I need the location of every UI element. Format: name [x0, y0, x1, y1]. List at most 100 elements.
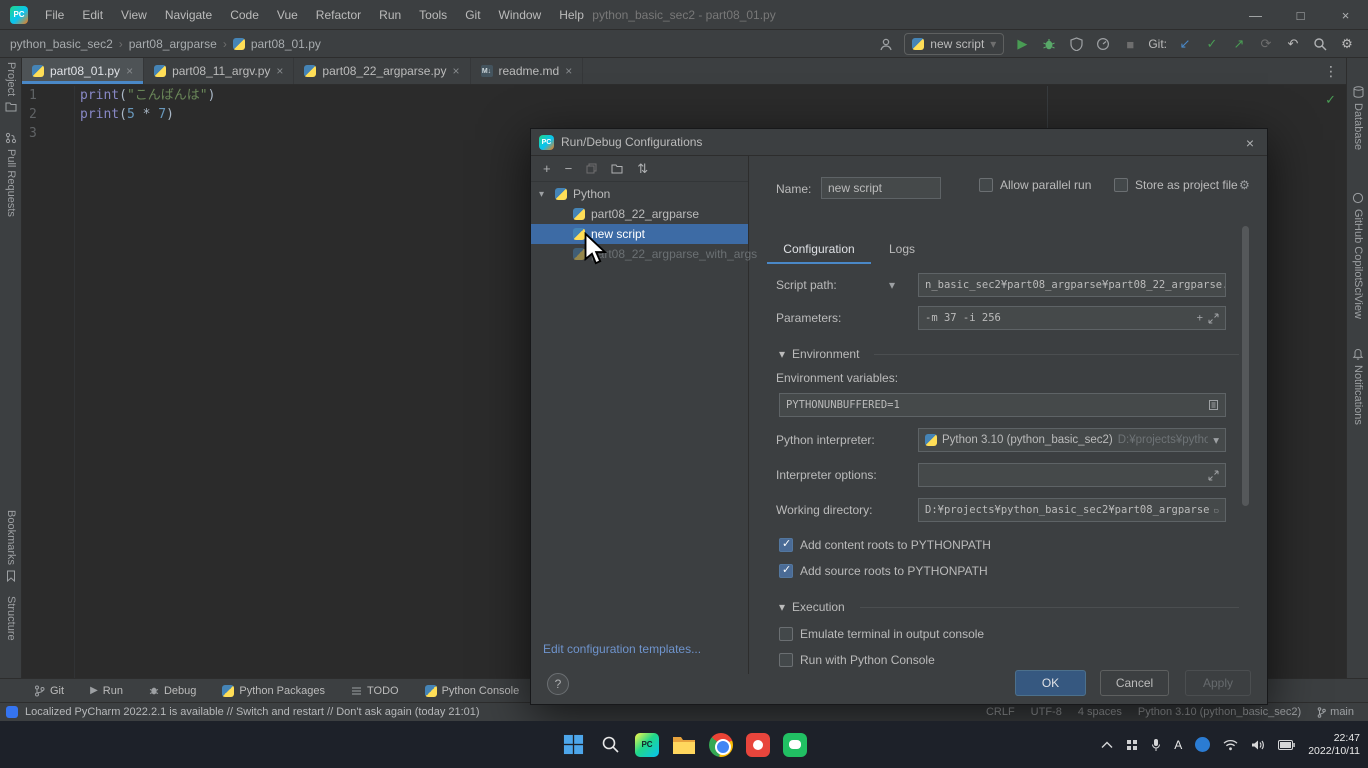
menu-run[interactable]: Run [370, 0, 410, 29]
run-button[interactable]: ▶ [1013, 35, 1031, 53]
checkbox-checked-icon[interactable] [779, 538, 793, 552]
breadcrumb-file[interactable]: part08_01.py [251, 37, 321, 51]
menu-navigate[interactable]: Navigate [156, 0, 221, 29]
status-message[interactable]: Localized PyCharm 2022.2.1 is available … [25, 706, 480, 718]
menu-vue[interactable]: Vue [268, 0, 307, 29]
toolwindow-sciview[interactable]: SciView [1347, 280, 1368, 319]
toolwindow-todo[interactable]: TODO [351, 685, 399, 697]
search-everywhere-icon[interactable] [1311, 35, 1329, 53]
add-macro-icon[interactable]: + [1197, 312, 1203, 324]
script-path-input[interactable]: n_basic_sec2¥part08_argparse¥part08_22_a… [918, 273, 1226, 297]
search-icon[interactable] [597, 732, 623, 758]
green-app-icon[interactable] [782, 732, 808, 758]
run-with-coverage-button[interactable] [1067, 35, 1085, 53]
toolwindow-git[interactable]: Git [34, 685, 64, 697]
toolwindow-github-copilot[interactable]: GitHub Copilot [1347, 192, 1368, 281]
profiler-button[interactable] [1094, 35, 1112, 53]
checkbox-icon[interactable] [979, 178, 993, 192]
expander-icon[interactable]: ▾ [539, 189, 549, 200]
refresh-icon[interactable]: ⟳ [1257, 35, 1275, 53]
tree-node-part08-22-argparse-with-args[interactable]: part08_22_argparse_with_args [531, 244, 748, 264]
python-interpreter-select[interactable]: Python 3.10 (python_basic_sec2) D:¥proje… [918, 428, 1226, 452]
stop-button[interactable]: ■ [1121, 35, 1139, 53]
store-options-gear-icon[interactable]: ⚙ [1239, 178, 1250, 192]
checkbox-checked-icon[interactable] [779, 564, 793, 578]
close-button[interactable]: × [1323, 0, 1368, 30]
toolwindow-database[interactable]: Database [1347, 86, 1368, 150]
tab-part08-22-argparse[interactable]: part08_22_argparse.py × [294, 58, 470, 84]
tab-part08-01[interactable]: part08_01.py × [22, 58, 144, 84]
tray-overflow-chevron-icon[interactable] [1101, 741, 1113, 749]
toolwindow-pull-requests[interactable]: Pull Requests [0, 132, 22, 217]
add-content-roots-checkbox[interactable]: Add content roots to PYTHONPATH [779, 538, 991, 552]
menu-help[interactable]: Help [550, 0, 593, 29]
checkbox-icon[interactable] [779, 653, 793, 667]
name-input[interactable]: new script [821, 177, 941, 199]
git-push-icon[interactable]: ↗ [1230, 35, 1248, 53]
taskbar-clock[interactable]: 22:47 2022/10/11 [1308, 732, 1360, 758]
cancel-button[interactable]: Cancel [1100, 670, 1169, 696]
toolwindow-notifications[interactable]: Notifications [1347, 348, 1368, 425]
file-explorer-icon[interactable] [671, 732, 697, 758]
tree-node-new-script[interactable]: new script [531, 224, 748, 244]
toolwindow-bookmarks[interactable]: Bookmarks [0, 510, 22, 582]
add-source-roots-checkbox[interactable]: Add source roots to PYTHONPATH [779, 564, 988, 578]
add-configuration-icon[interactable]: + [543, 161, 551, 176]
git-branch-widget[interactable]: main [1317, 706, 1354, 718]
expand-field-icon[interactable] [1208, 313, 1219, 324]
toolwindow-structure[interactable]: Structure [0, 596, 22, 641]
close-tab-icon[interactable]: × [126, 64, 133, 78]
tree-node-python[interactable]: ▾ Python [531, 184, 748, 204]
close-tab-icon[interactable]: × [276, 64, 283, 78]
menu-window[interactable]: Window [490, 0, 551, 29]
chrome-icon[interactable] [708, 732, 734, 758]
toolwindow-python-console[interactable]: Python Console [425, 685, 520, 697]
tab-part08-11-argv[interactable]: part08_11_argv.py × [144, 58, 294, 84]
parameters-input[interactable]: -m 37 -i 256 + [918, 306, 1226, 330]
close-tab-icon[interactable]: × [452, 64, 459, 78]
toolwindow-python-packages[interactable]: Python Packages [222, 685, 325, 697]
menu-refactor[interactable]: Refactor [307, 0, 370, 29]
copy-configuration-icon[interactable] [586, 163, 597, 174]
menu-view[interactable]: View [112, 0, 156, 29]
new-folder-icon[interactable] [611, 163, 623, 174]
working-directory-input[interactable]: D:¥projects¥python_basic_sec2¥part08_arg… [918, 498, 1226, 522]
emulate-terminal-checkbox[interactable]: Emulate terminal in output console [779, 627, 984, 641]
folder-icon[interactable] [1214, 505, 1219, 516]
checkbox-icon[interactable] [1114, 178, 1128, 192]
minimize-button[interactable]: — [1233, 0, 1278, 30]
undo-icon[interactable]: ↶ [1284, 35, 1302, 53]
dialog-titlebar[interactable]: PC Run/Debug Configurations [531, 129, 1267, 156]
git-update-icon[interactable]: ↙ [1176, 35, 1194, 53]
code-area[interactable]: print("こんばんは")print(5 * 7) [80, 86, 1332, 124]
browse-variables-icon[interactable] [1208, 399, 1219, 411]
store-as-project-file-checkbox[interactable]: Store as project file [1114, 178, 1238, 192]
line-separator-widget[interactable]: CRLF [986, 706, 1015, 718]
tray-app-grid-icon[interactable] [1126, 739, 1138, 751]
menu-git[interactable]: Git [456, 0, 489, 29]
interpreter-widget[interactable]: Python 3.10 (python_basic_sec2) [1138, 706, 1301, 718]
expand-field-icon[interactable] [1208, 470, 1219, 481]
tab-options-icon[interactable]: ⋮ [1324, 63, 1346, 80]
menu-file[interactable]: File [36, 0, 73, 29]
wifi-icon[interactable] [1223, 739, 1238, 751]
environment-section-header[interactable]: ▾ Environment [779, 347, 1239, 361]
close-tab-icon[interactable]: × [565, 64, 572, 78]
toolwindow-project[interactable]: Project [0, 62, 22, 112]
settings-gear-icon[interactable]: ⚙ [1338, 35, 1356, 53]
menu-tools[interactable]: Tools [410, 0, 456, 29]
toolwindow-debug[interactable]: Debug [149, 685, 196, 697]
breadcrumb-folder[interactable]: part08_argparse [129, 37, 217, 51]
notification-icon[interactable] [6, 706, 18, 718]
tray-blue-app-icon[interactable] [1195, 737, 1210, 752]
breadcrumb-project[interactable]: python_basic_sec2 [10, 37, 113, 51]
help-button[interactable]: ? [547, 673, 569, 695]
ime-mode-indicator[interactable]: A [1174, 738, 1182, 752]
menu-code[interactable]: Code [221, 0, 268, 29]
remove-configuration-icon[interactable]: − [565, 161, 573, 176]
menu-edit[interactable]: Edit [73, 0, 112, 29]
checkbox-icon[interactable] [779, 627, 793, 641]
tab-logs[interactable]: Logs [879, 234, 925, 264]
indent-widget[interactable]: 4 spaces [1078, 706, 1122, 718]
start-button[interactable] [560, 732, 586, 758]
